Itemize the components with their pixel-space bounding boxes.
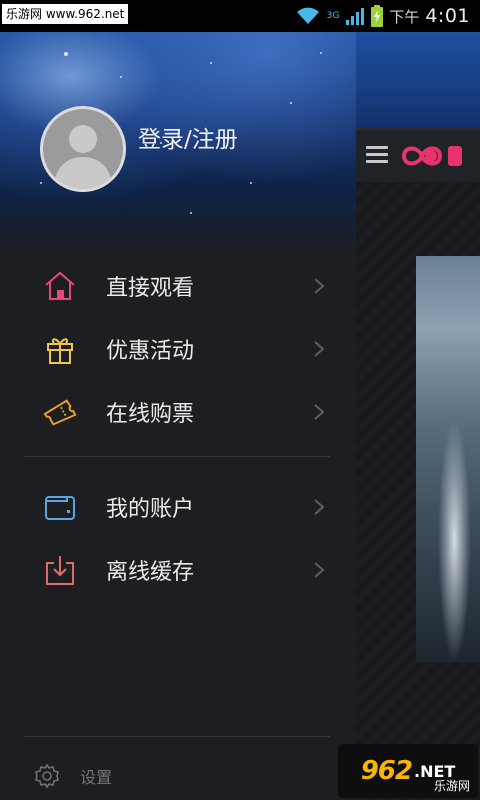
movie-poster-image[interactable] (416, 256, 480, 662)
gear-icon (35, 763, 59, 789)
chevron-right-icon (314, 340, 325, 357)
settings-label: 设置 (80, 768, 113, 787)
wifi-icon (296, 7, 319, 24)
battery-icon (371, 5, 384, 27)
watermark-sub: 乐游网 (433, 779, 470, 793)
settings-divider (24, 736, 330, 737)
menu-icon[interactable] (366, 146, 388, 164)
navigation-drawer: 登录/注册 直接观看 优惠活动 在线购票 我的账户 离线缓存 设置 (0, 32, 356, 800)
download-icon (42, 552, 78, 588)
main-content-area (356, 182, 480, 800)
chevron-right-icon (314, 403, 325, 420)
main-toolbar (356, 128, 480, 184)
watermark-logo: 962 .NET 乐游网 (338, 744, 478, 798)
menu-item-label: 优惠活动 (106, 338, 195, 364)
status-icons: 3G 下午 4:01 (295, 5, 470, 27)
gift-icon (42, 331, 78, 367)
menu-item-label: 直接观看 (106, 275, 195, 301)
drawer-menu: 直接观看 优惠活动 在线购票 我的账户 离线缓存 (0, 254, 356, 601)
user-silhouette-icon (53, 125, 113, 189)
avatar[interactable] (40, 106, 126, 192)
menu-divider (24, 456, 330, 457)
app-logo-icon (401, 146, 462, 166)
login-register-link[interactable]: 登录/注册 (138, 120, 238, 154)
menu-item-label: 我的账户 (106, 496, 195, 522)
status-time: 4:01 (425, 5, 470, 27)
menu-item-my-account[interactable]: 我的账户 (0, 475, 356, 538)
drawer-header: 登录/注册 (0, 32, 356, 257)
menu-item-label: 在线购票 (106, 401, 195, 427)
menu-item-offline-cache[interactable]: 离线缓存 (0, 538, 356, 601)
menu-item-buy-tickets[interactable]: 在线购票 (0, 380, 356, 443)
network-type-label: 3G (326, 11, 340, 21)
chevron-right-icon (314, 277, 325, 294)
watermark-number: 962 (360, 756, 413, 786)
menu-item-label: 离线缓存 (106, 559, 195, 585)
signal-icon (346, 8, 365, 25)
wallet-icon (42, 489, 78, 525)
settings-button[interactable]: 设置 (0, 752, 356, 800)
main-header-background (356, 32, 480, 128)
menu-item-promotions[interactable]: 优惠活动 (0, 317, 356, 380)
home-icon (42, 268, 78, 304)
time-prefix: 下午 (389, 7, 420, 26)
chevron-right-icon (314, 498, 325, 515)
watermark-top: 乐游网 www.962.net (2, 4, 129, 24)
chevron-right-icon (314, 561, 325, 578)
menu-item-watch-now[interactable]: 直接观看 (0, 254, 356, 317)
ticket-icon (42, 394, 78, 430)
main-content-behind-drawer (356, 32, 480, 800)
status-bar: 乐游网 www.962.net 3G 下午 4:01 (0, 0, 480, 32)
